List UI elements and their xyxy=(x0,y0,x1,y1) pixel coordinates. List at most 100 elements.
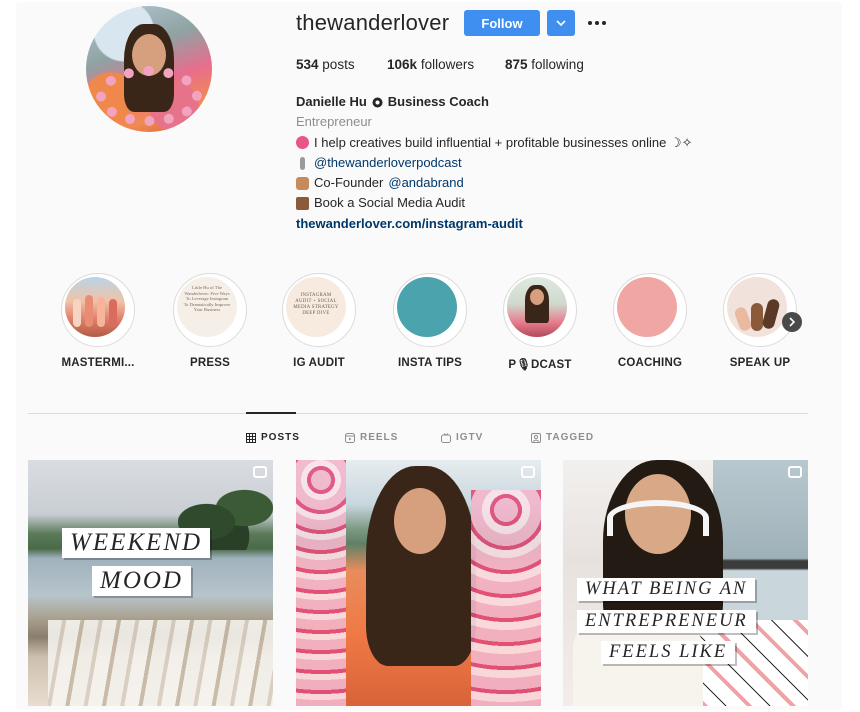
followers-count: 106k xyxy=(387,57,418,72)
highlight-cover xyxy=(397,277,457,337)
profile-username: thewanderlover xyxy=(296,10,450,35)
igtv-icon xyxy=(441,432,451,443)
highlight-label: IG AUDIT xyxy=(293,357,345,369)
reel-icon xyxy=(788,466,802,478)
highlight-item[interactable]: MASTERMI... xyxy=(53,273,143,369)
tab-label: POSTS xyxy=(261,432,300,443)
tab-label: REELS xyxy=(360,432,399,443)
highlight-item[interactable]: INSTA TIPS xyxy=(385,273,475,369)
highlight-cover-text: Little Hu of The Wanderlover: Five Ways … xyxy=(183,285,231,313)
dot-icon xyxy=(595,21,599,25)
post-caption-line: WHAT BEING AN xyxy=(577,578,756,601)
tab-posts[interactable]: POSTS xyxy=(246,432,300,443)
highlight-label: PRESS xyxy=(190,357,230,369)
highlight-cover: Little Hu of The Wanderlover: Five Ways … xyxy=(177,277,237,337)
post-caption-line: MOOD xyxy=(92,566,191,596)
highlight-cover xyxy=(65,277,125,337)
highlight-cover-text: INSTAGRAM AUDIT + SOCIAL MEDIA STRATEGY … xyxy=(293,293,339,316)
bullet-icon xyxy=(372,97,383,108)
highlight-ring: INSTAGRAM AUDIT + SOCIAL MEDIA STRATEGY … xyxy=(282,273,356,347)
lei-left xyxy=(296,460,346,706)
profile-avatar[interactable] xyxy=(86,6,212,132)
highlight-item[interactable]: Little Hu of The Wanderlover: Five Ways … xyxy=(165,273,255,369)
pointing-hand-icon xyxy=(296,197,309,211)
highlight-label: COACHING xyxy=(617,357,683,369)
podcast-link[interactable]: @thewanderloverpodcast xyxy=(314,153,462,173)
person-face xyxy=(394,488,446,554)
tab-reels[interactable]: REELS xyxy=(345,432,398,443)
post-caption-line: ENTREPRENEUR xyxy=(577,610,756,633)
dot-icon xyxy=(602,21,606,25)
following-label: following xyxy=(531,57,584,72)
bio-title: Business Coach xyxy=(387,94,489,109)
bio-name-line: Danielle Hu Business Coach xyxy=(296,92,692,112)
highlight-cover xyxy=(507,277,567,337)
post-caption-line: WEEKEND xyxy=(62,528,211,558)
chevron-down-icon xyxy=(556,20,566,26)
posts-count: 534 xyxy=(296,57,319,72)
profile-bio: Danielle Hu Business Coach Entrepreneur … xyxy=(296,92,692,234)
tab-igtv[interactable]: IGTV xyxy=(441,432,483,443)
bio-line-1: I help creatives build influential + pro… xyxy=(296,133,692,153)
tab-label: IGTV xyxy=(456,432,484,443)
highlights-next-button[interactable] xyxy=(782,312,802,332)
carousel-icon xyxy=(521,466,535,478)
bio-name: Danielle Hu xyxy=(296,94,367,109)
followers-label: followers xyxy=(420,57,475,72)
active-tab-indicator xyxy=(246,412,296,414)
headphones xyxy=(607,500,709,536)
tag-icon xyxy=(531,432,541,443)
avatar-lei xyxy=(96,66,202,126)
lei-right xyxy=(471,490,541,706)
tab-tagged[interactable]: TAGGED xyxy=(531,432,594,443)
follow-button[interactable]: Follow xyxy=(464,10,540,36)
website-link[interactable]: thewanderlover.com/instagram-audit xyxy=(296,214,523,234)
following-stat[interactable]: 875 following xyxy=(505,57,584,72)
bio-podcast-line: @thewanderloverpodcast xyxy=(296,153,692,173)
hexagon-icon xyxy=(296,176,309,190)
reels-icon xyxy=(345,432,355,443)
highlight-cover xyxy=(617,277,677,337)
bio-website-line: thewanderlover.com/instagram-audit xyxy=(296,214,692,234)
post-tile[interactable]: WHAT BEING AN ENTREPRENEUR FEELS LIKE xyxy=(563,460,808,706)
tabs-divider xyxy=(28,413,808,414)
profile-page: thewanderlover Follow 534 posts 106k fol… xyxy=(0,0,860,712)
bio-cofounder-line: Co-Founder @andabrand xyxy=(296,173,692,193)
cofounder-link[interactable]: @andabrand xyxy=(388,173,463,193)
grid-icon xyxy=(246,432,256,443)
highlight-cover: INSTAGRAM AUDIT + SOCIAL MEDIA STRATEGY … xyxy=(286,277,346,337)
tab-label: TAGGED xyxy=(546,432,595,443)
highlight-cover xyxy=(727,277,787,337)
highlight-ring xyxy=(61,273,135,347)
audit-text: Book a Social Media Audit xyxy=(314,195,466,211)
highlight-item[interactable]: P🎙DCAST xyxy=(495,273,585,371)
cofounder-prefix: Co-Founder xyxy=(314,175,384,191)
highlight-item[interactable]: COACHING xyxy=(605,273,695,369)
bio-audit-line: Book a Social Media Audit xyxy=(296,193,692,213)
highlight-label: P🎙DCAST xyxy=(508,359,572,371)
post-tile[interactable]: WEEKEND MOOD xyxy=(28,460,273,706)
bio-line-1-text: I help creatives build influential + pro… xyxy=(314,134,693,150)
posts-stat: 534 posts xyxy=(296,57,355,72)
highlight-ring xyxy=(613,273,687,347)
more-options-button[interactable] xyxy=(585,10,609,36)
highlight-ring xyxy=(503,273,577,347)
table-setting xyxy=(48,620,273,706)
highlight-ring xyxy=(393,273,467,347)
highlight-label: SPEAK UP xyxy=(729,357,791,369)
chevron-right-icon xyxy=(789,317,796,327)
post-caption-line: FEELS LIKE xyxy=(601,641,736,664)
highlight-ring: Little Hu of The Wanderlover: Five Ways … xyxy=(173,273,247,347)
post-tile[interactable] xyxy=(296,460,541,706)
highlight-label: INSTA TIPS xyxy=(398,357,462,369)
highlight-item[interactable]: INSTAGRAM AUDIT + SOCIAL MEDIA STRATEGY … xyxy=(274,273,364,369)
microphone-icon xyxy=(300,156,305,170)
suggested-dropdown-button[interactable] xyxy=(547,10,575,36)
posts-label: posts xyxy=(322,57,355,72)
dot-icon xyxy=(588,21,592,25)
highlight-ring xyxy=(723,273,797,347)
highlight-label: MASTERMI... xyxy=(61,357,135,369)
followers-stat[interactable]: 106k followers xyxy=(387,57,474,72)
flower-icon xyxy=(296,136,309,150)
following-count: 875 xyxy=(505,57,528,72)
